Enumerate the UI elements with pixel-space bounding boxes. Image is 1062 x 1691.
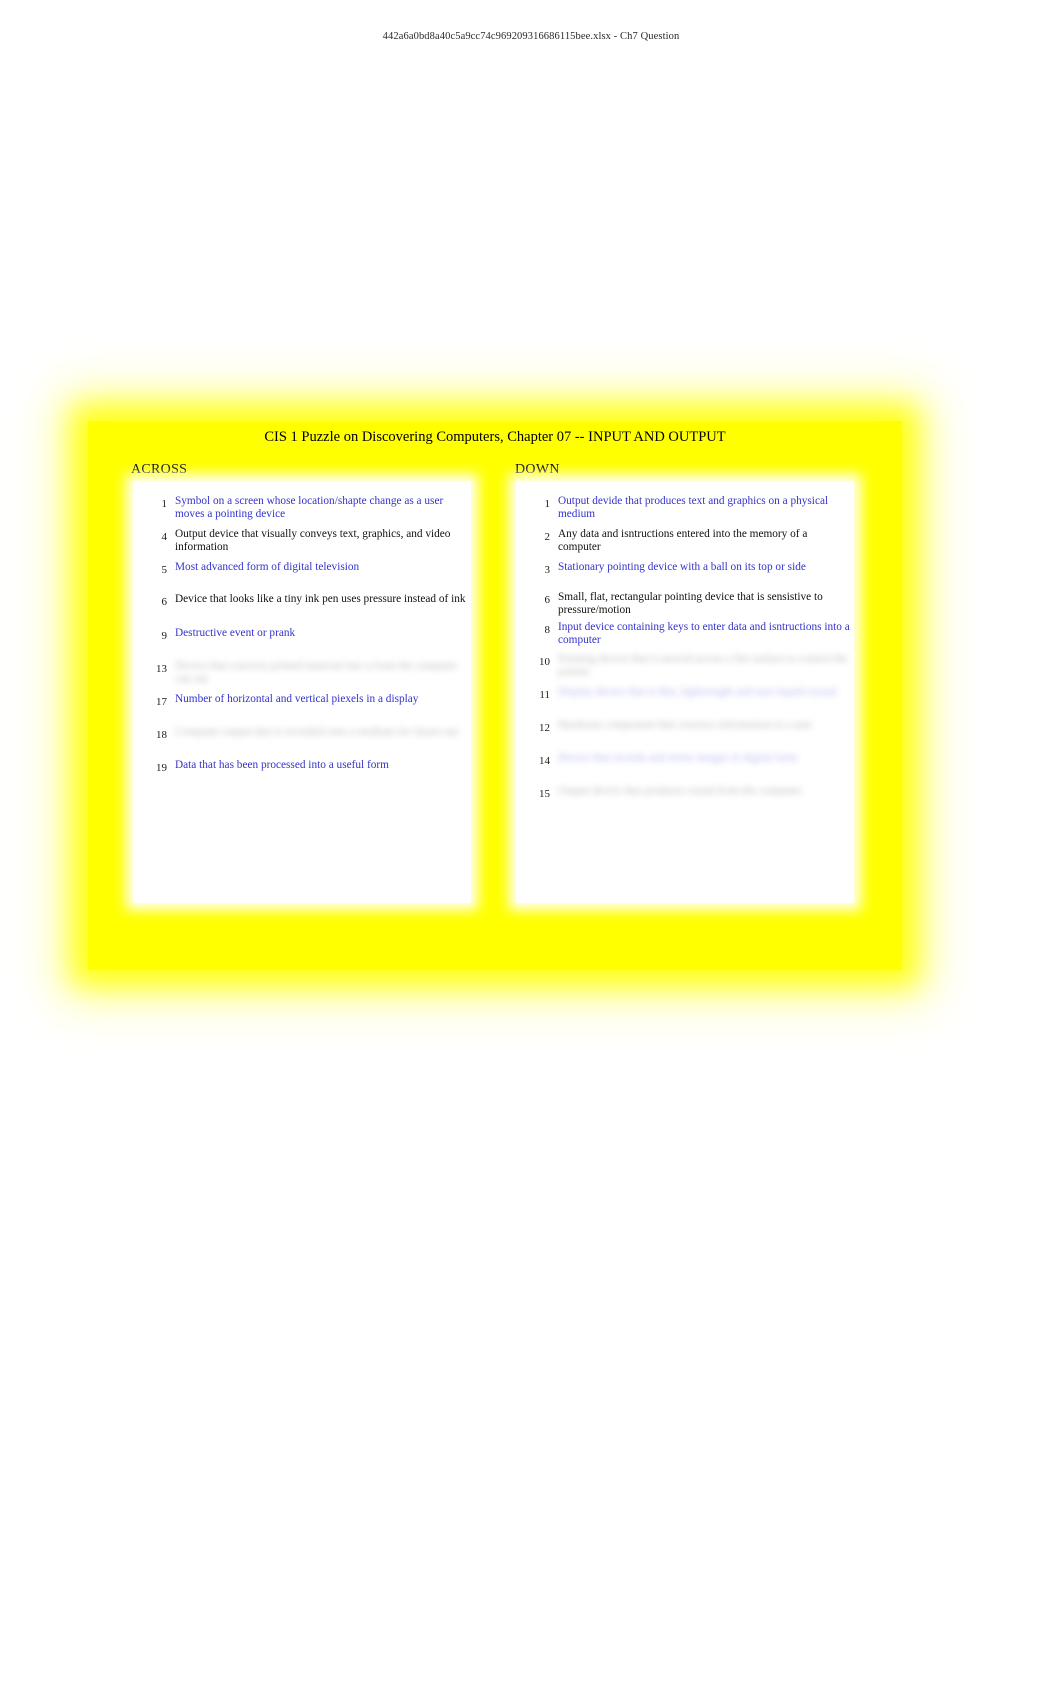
clue-number: 3 xyxy=(544,564,551,576)
clue-number: 6 xyxy=(161,596,168,608)
clue-text-redacted: Device that records and stores images in… xyxy=(558,752,798,764)
clue-number: 17 xyxy=(156,696,167,708)
clue-number: 5 xyxy=(161,564,168,576)
clue-row: 11 Display device that is thin, lightweig… xyxy=(516,686,854,702)
clue-number: 15 xyxy=(539,788,550,800)
clue-row: 6 Device that looks like a tiny ink pen u… xyxy=(133,593,471,609)
down-clue-panel: 1 Output devide that produces text and gr… xyxy=(516,481,854,903)
clue-number: 2 xyxy=(544,531,551,543)
clue-number: 13 xyxy=(156,663,167,675)
clue-number: 4 xyxy=(161,531,168,543)
clue-text: Most advanced form of digital television xyxy=(175,561,360,573)
clue-text: Device that looks like a tiny ink pen us… xyxy=(175,593,466,605)
clue-row: 13 Device that converts printed material … xyxy=(133,660,471,685)
clue-text: Symbol on a screen whose location/shapte… xyxy=(175,495,444,520)
clue-row: 17 Number of horizontal and vertical piex… xyxy=(133,693,471,709)
clue-text: Any data and isntructions entered into t… xyxy=(558,528,808,553)
clue-number: 18 xyxy=(156,729,167,741)
clue-row: 10 Pointing device that is moved across a… xyxy=(516,653,854,678)
clue-text-redacted: Hardware component that conveys informat… xyxy=(558,719,813,731)
clue-number: 1 xyxy=(161,498,168,510)
clue-row: 8 Input device containing keys to enter d… xyxy=(516,621,854,646)
clue-row: 6 Small, flat, rectangular pointing devic… xyxy=(516,591,854,616)
clue-row: 3 Stationary pointing device with a ball … xyxy=(516,561,854,577)
clue-row: 2 Any data and isntructions entered into … xyxy=(516,528,854,553)
across-clue-list: 1 Symbol on a screen whose location/shapt… xyxy=(133,481,471,903)
clue-text: Data that has been processed into a usef… xyxy=(175,759,389,771)
clue-row: 1 Output devide that produces text and gr… xyxy=(516,495,854,520)
clue-row: 18 Computer output that is recorded onto … xyxy=(133,726,471,742)
clue-number: 8 xyxy=(544,624,551,636)
clue-text-redacted: Device that converts printed material in… xyxy=(175,660,458,685)
clue-number: 6 xyxy=(544,594,551,606)
across-section-heading: ACROSS xyxy=(131,462,188,477)
clue-row: 1 Symbol on a screen whose location/shapt… xyxy=(133,495,471,520)
across-clue-panel: 1 Symbol on a screen whose location/shapt… xyxy=(133,481,471,903)
clue-text-redacted: Pointing device that is moved across a f… xyxy=(558,653,848,678)
document-header-title: 442a6a0bd8a40c5a9cc74c969209316686115bee… xyxy=(382,31,680,42)
clue-row: 15 Output device that produces sound from… xyxy=(516,785,854,801)
clue-text: Stationary pointing device with a ball o… xyxy=(558,561,806,573)
down-clue-list: 1 Output devide that produces text and gr… xyxy=(516,481,854,903)
clue-number: 19 xyxy=(156,762,167,774)
clue-row: 19 Data that has been processed into a us… xyxy=(133,759,471,775)
clue-number: 1 xyxy=(544,498,551,510)
clue-row: 9 Destructive event or prank xyxy=(133,627,471,643)
clue-row: 12 Hardware component that conveys inform… xyxy=(516,719,854,735)
down-section-heading: DOWN xyxy=(515,462,560,477)
clue-text-redacted: Output device that produces sound from t… xyxy=(558,785,802,797)
clue-row: 5 Most advanced form of digital televisio… xyxy=(133,561,471,577)
clue-number: 11 xyxy=(539,689,550,701)
clue-text-redacted: Computer output that is recorded onto a … xyxy=(175,726,459,738)
clue-text: Input device containing keys to enter da… xyxy=(558,621,850,646)
page-title: CIS 1 Puzzle on Discovering Computers, C… xyxy=(264,429,726,445)
clue-text: Number of horizontal and vertical piexel… xyxy=(175,693,419,705)
clue-text: Output devide that produces text and gra… xyxy=(558,495,829,520)
clue-text-redacted: Display device that is thin, lightweight… xyxy=(558,686,837,698)
clue-number: 9 xyxy=(161,630,168,642)
clue-number: 14 xyxy=(539,755,550,767)
clue-text: Output device that visually conveys text… xyxy=(175,528,451,553)
clue-text: Destructive event or prank xyxy=(175,627,296,639)
clue-number: 10 xyxy=(539,656,550,668)
clue-row: 4 Output device that visually conveys tex… xyxy=(133,528,471,553)
clue-number: 12 xyxy=(539,722,550,734)
clue-text: Small, flat, rectangular pointing device… xyxy=(558,591,823,616)
clue-row: 14 Device that records and stores images … xyxy=(516,752,854,768)
puzzle-page: CIS 1 Puzzle on Discovering Computers, C… xyxy=(76,409,914,982)
